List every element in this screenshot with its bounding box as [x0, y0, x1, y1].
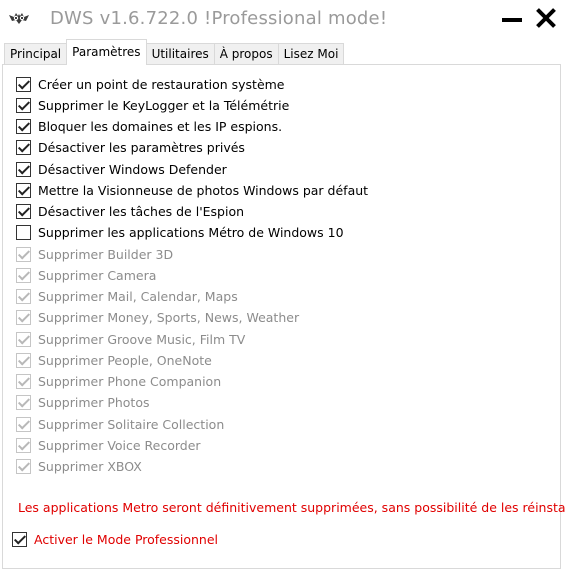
pro-mode-option[interactable]: Activer le Mode Professionnel	[12, 530, 218, 548]
option-row[interactable]: Désactiver Windows Defender	[16, 160, 227, 178]
option-label: Supprimer Solitaire Collection	[38, 416, 225, 432]
tab-bar: Principal Paramètres Utilitaires À propo…	[4, 38, 345, 65]
title-bar[interactable]: DWS v1.6.722.0 !Professional mode!	[0, 0, 565, 38]
option-checkbox[interactable]	[16, 119, 31, 134]
option-label: Supprimer Mail, Calendar, Maps	[38, 289, 238, 304]
option-row: Supprimer People, OneNote	[16, 351, 212, 369]
option-label: Désactiver les paramètres privés	[38, 140, 245, 156]
option-label: Supprimer Phone Companion	[38, 374, 222, 389]
option-checkbox	[16, 331, 31, 347]
close-icon[interactable]	[533, 6, 559, 32]
option-row: Supprimer Voice Recorder	[16, 436, 201, 454]
option-label: Supprimer Builder 3D	[38, 246, 174, 262]
warning-text: Les applications Metro seront définitive…	[18, 500, 565, 515]
option-label: Supprimer Groove Music, Film TV	[38, 331, 246, 347]
option-checkbox	[16, 267, 31, 283]
option-label: Créer un point de restauration système	[38, 76, 285, 92]
bat-logo-icon	[8, 10, 30, 26]
option-label: Supprimer Voice Recorder	[38, 437, 201, 453]
window-title: DWS v1.6.722.0 !Professional mode!	[50, 8, 388, 29]
tab-utilitaires[interactable]: Utilitaires	[145, 43, 215, 65]
option-checkbox[interactable]	[16, 76, 31, 92]
option-row[interactable]: Désactiver les tâches de l'Espion	[16, 203, 244, 221]
option-row[interactable]: Désactiver les paramètres privés	[16, 139, 245, 157]
option-checkbox	[16, 310, 31, 326]
option-row[interactable]: Bloquer les domaines et les IP espions.	[16, 118, 282, 136]
option-row: Supprimer Phone Companion	[16, 373, 221, 391]
option-checkbox[interactable]	[16, 225, 31, 241]
pro-mode-checkbox[interactable]	[12, 531, 27, 547]
option-label: Supprimer Photos	[38, 395, 150, 411]
option-checkbox[interactable]	[16, 161, 31, 177]
option-row: Supprimer Camera	[16, 266, 156, 284]
tab-lisez-moi[interactable]: Lisez Moi	[277, 43, 345, 65]
option-row: Supprimer XBOX	[16, 458, 142, 476]
option-row[interactable]: Supprimer le KeyLogger et la Télémétrie	[16, 96, 289, 114]
option-label: Supprimer les applications Métro de Wind…	[38, 225, 344, 241]
option-row[interactable]: Mettre la Visionneuse de photos Windows …	[16, 181, 368, 199]
tab-parametres[interactable]: Paramètres	[66, 39, 147, 65]
pro-mode-label: Activer le Mode Professionnel	[34, 531, 219, 547]
option-checkbox	[16, 289, 31, 304]
option-label: Désactiver les tâches de l'Espion	[38, 204, 245, 219]
option-checkbox	[16, 395, 31, 411]
option-checkbox	[16, 246, 31, 262]
option-row: Supprimer Money, Sports, News, Weather	[16, 309, 299, 327]
option-checkbox[interactable]	[16, 97, 31, 113]
option-row[interactable]: Créer un point de restauration système	[16, 75, 285, 93]
option-checkbox	[16, 459, 31, 474]
option-label: Bloquer les domaines et les IP espions.	[38, 119, 283, 134]
option-checkbox	[16, 352, 31, 368]
option-row: Supprimer Builder 3D	[16, 245, 173, 263]
option-row: Supprimer Mail, Calendar, Maps	[16, 288, 238, 306]
option-label: Mettre la Visionneuse de photos Windows …	[38, 182, 369, 198]
app-window: DWS v1.6.722.0 !Professional mode! Princ…	[0, 0, 565, 571]
option-label: Désactiver Windows Defender	[38, 161, 227, 177]
option-checkbox[interactable]	[16, 204, 31, 219]
option-label: Supprimer le KeyLogger et la Télémétrie	[38, 97, 290, 113]
minimize-icon[interactable]	[500, 6, 526, 32]
option-label: Supprimer People, OneNote	[38, 352, 212, 368]
tab-principal[interactable]: Principal	[4, 43, 68, 65]
option-row: Supprimer Groove Music, Film TV	[16, 330, 245, 348]
option-label: Supprimer XBOX	[38, 459, 142, 474]
option-checkbox	[16, 374, 31, 389]
option-row: Supprimer Solitaire Collection	[16, 415, 224, 433]
option-checkbox[interactable]	[16, 140, 31, 156]
tab-a-propos[interactable]: À propos	[213, 43, 279, 65]
option-row: Supprimer Photos	[16, 394, 150, 412]
option-row[interactable]: Supprimer les applications Métro de Wind…	[16, 224, 344, 242]
option-label: Supprimer Money, Sports, News, Weather	[38, 310, 300, 326]
option-checkbox	[16, 416, 31, 432]
option-checkbox	[16, 437, 31, 453]
option-label: Supprimer Camera	[38, 267, 157, 283]
option-checkbox[interactable]	[16, 182, 31, 198]
